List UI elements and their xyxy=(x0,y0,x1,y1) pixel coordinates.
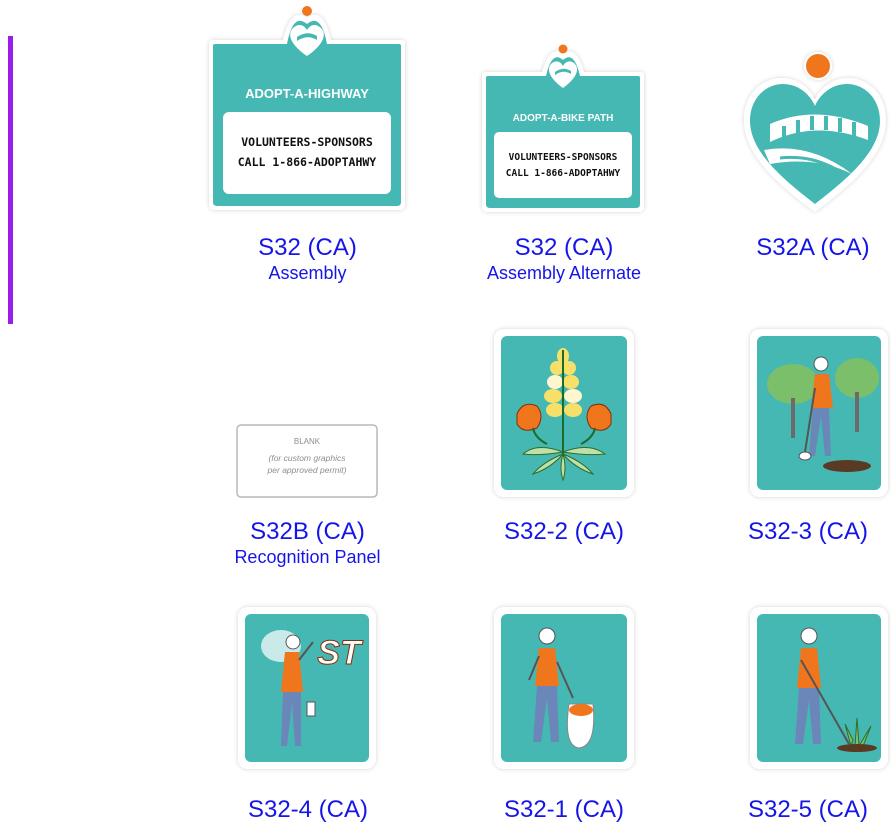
caption-s32-2[interactable]: S32-2 (CA) xyxy=(470,518,658,546)
sign-s32-1-litter-pickup[interactable] xyxy=(493,606,635,770)
sign-s32-3-planting[interactable] xyxy=(749,328,891,498)
panel-line-2: CALL 1-866-ADOPTAHWY xyxy=(506,168,621,179)
sign-s32b-recognition-panel[interactable]: BLANK (for custom graphics per approved … xyxy=(236,424,378,498)
caption-s32-assembly[interactable]: S32 (CA) Assembly xyxy=(215,234,400,284)
blank-line-2: (for custom graphics xyxy=(269,453,347,463)
sign-s32-4-graffiti-removal[interactable]: ST xyxy=(237,606,377,770)
sign-subtitle: Recognition Panel xyxy=(234,547,381,567)
caption-s32-1[interactable]: S32-1 (CA) xyxy=(470,796,658,824)
sign-code: S32-2 (CA) xyxy=(503,518,625,545)
sign-s32a-heart[interactable] xyxy=(740,46,890,216)
sign-header-text: ADOPT-A-BIKE PATH xyxy=(513,113,614,124)
caption-s32-4[interactable]: S32-4 (CA) xyxy=(226,796,390,824)
graffiti-text: ST xyxy=(317,634,364,672)
caption-s32b[interactable]: S32B (CA) Recognition Panel xyxy=(210,518,405,568)
sign-header-text: ADOPT-A-HIGHWAY xyxy=(245,86,369,101)
caption-s32-assembly-alternate[interactable]: S32 (CA) Assembly Alternate xyxy=(462,234,666,284)
sign-code: S32 (CA) xyxy=(514,234,614,261)
sign-s32-2-flowers[interactable] xyxy=(493,328,635,498)
caption-s32a[interactable]: S32A (CA) xyxy=(738,234,888,262)
blank-line-1: BLANK xyxy=(294,437,321,446)
sign-subtitle: Assembly Alternate xyxy=(486,263,642,283)
caption-s32-5[interactable]: S32-5 (CA) xyxy=(726,796,890,824)
sign-s32-5-weeding[interactable] xyxy=(749,606,891,770)
sign-code: S32-3 (CA) xyxy=(747,518,869,545)
blank-line-3: per approved permit) xyxy=(267,465,347,475)
accent-bar xyxy=(8,36,13,324)
panel-line-1: VOLUNTEERS-SPONSORS xyxy=(509,152,618,163)
sign-s32-assembly-alternate[interactable]: ADOPT-A-BIKE PATH VOLUNTEERS-SPONSORS CA… xyxy=(478,44,648,214)
sign-code: S32-5 (CA) xyxy=(747,796,869,823)
sign-code: S32-4 (CA) xyxy=(247,796,369,823)
sign-code: S32B (CA) xyxy=(250,518,365,545)
caption-s32-3[interactable]: S32-3 (CA) xyxy=(726,518,890,546)
sign-s32-assembly[interactable]: ADOPT-A-HIGHWAY VOLUNTEERS-SPONSORS CALL… xyxy=(203,6,411,214)
panel-line-2: CALL 1-866-ADOPTAHWY xyxy=(238,155,377,169)
sign-code: S32 (CA) xyxy=(258,234,357,261)
sign-code: S32-1 (CA) xyxy=(503,796,625,823)
sign-subtitle: Assembly xyxy=(268,263,347,283)
sign-code: S32A (CA) xyxy=(756,234,870,261)
panel-line-1: VOLUNTEERS-SPONSORS xyxy=(241,135,373,149)
